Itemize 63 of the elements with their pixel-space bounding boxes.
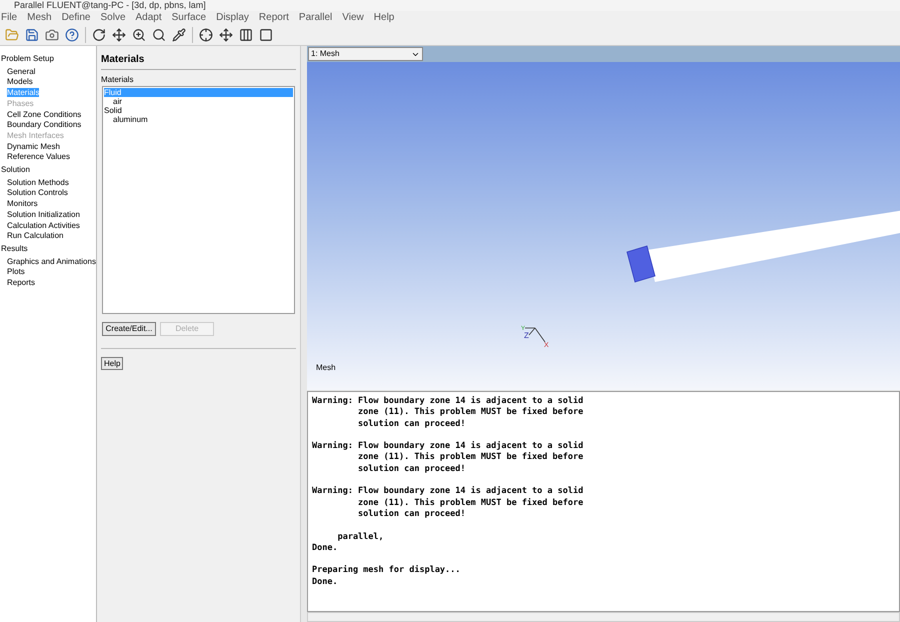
nav-item[interactable]: Cell Zone Conditions xyxy=(7,110,82,119)
console-line: solution can proceed! xyxy=(357,464,466,476)
menu-item[interactable]: View xyxy=(342,10,364,25)
console-line: zone (11). This problem MUST be fixed before xyxy=(357,407,584,419)
menu-item[interactable]: Parallel xyxy=(298,10,332,25)
menu-item[interactable]: Report xyxy=(258,10,289,25)
console-line: parallel, xyxy=(336,532,384,543)
list-item[interactable]: Solid xyxy=(104,106,293,115)
menu-item[interactable]: Display xyxy=(216,10,249,25)
list-item[interactable]: aluminum xyxy=(104,115,293,124)
panel-button[interactable]: Create/Edit... xyxy=(102,322,156,336)
menu-item[interactable]: Adapt xyxy=(136,10,162,25)
rotate-icon xyxy=(92,28,106,42)
nav-item[interactable]: Solution Initialization xyxy=(7,210,80,219)
nav-item[interactable]: Models xyxy=(7,77,33,86)
help-icon xyxy=(65,28,79,42)
help-button[interactable] xyxy=(63,26,81,44)
console-line: Warning: Flow boundary zone 14 is adjacent to a solid xyxy=(312,441,584,452)
nav-item[interactable]: Monitors xyxy=(7,199,38,208)
console-line: solution can proceed! xyxy=(357,418,466,430)
list-label: Materials xyxy=(101,74,134,86)
layout-icon xyxy=(239,28,253,42)
window-title: Parallel FLUENT@tang-PC - [3d, dp, pbns, lam] xyxy=(14,0,206,11)
viewport-caption: Mesh xyxy=(316,362,336,374)
console-line: Done. xyxy=(312,576,338,588)
nav-item[interactable]: Plots xyxy=(7,267,25,276)
nav-heading: Solution xyxy=(0,165,31,176)
move-icon xyxy=(112,28,126,42)
nav-heading: Results xyxy=(0,244,29,255)
menu-item[interactable]: File xyxy=(1,10,18,25)
console-line: zone (11). This problem MUST be fixed before xyxy=(357,498,584,509)
menu-item[interactable]: Define xyxy=(62,10,90,25)
nav-item[interactable]: General xyxy=(7,66,36,76)
open-folder-icon xyxy=(5,28,19,42)
menu-item[interactable]: Solve xyxy=(100,10,126,25)
nav-heading: Problem Setup xyxy=(0,54,55,65)
list-item[interactable]: air xyxy=(104,97,293,106)
nav-item[interactable]: Reference Values xyxy=(7,152,70,162)
console-line: solution can proceed! xyxy=(357,508,466,520)
console-line: zone (11). This problem MUST be fixed before xyxy=(357,452,584,464)
nav-item[interactable]: Run Calculation xyxy=(7,231,64,240)
nav-item[interactable]: Calculation Activities xyxy=(7,220,80,230)
zoom-in-icon xyxy=(132,28,146,42)
console-line: Preparing mesh for display... xyxy=(312,565,460,577)
panel-title: Materials xyxy=(101,52,296,70)
save-icon xyxy=(25,28,39,42)
move-button[interactable] xyxy=(110,26,128,44)
help-text-button[interactable]: Help xyxy=(101,357,124,370)
console-line: Warning: Flow boundary zone 14 is adjacent to a solid xyxy=(312,396,584,407)
nav-item[interactable]: Solution Controls xyxy=(7,188,68,198)
menu-item[interactable]: Mesh xyxy=(27,10,52,25)
menu-item[interactable]: Help xyxy=(374,10,394,25)
console-line: Warning: Flow boundary zone 14 is adjacent to a solid xyxy=(312,486,584,498)
nav-item[interactable]: Reports xyxy=(7,278,36,288)
nav-item[interactable]: Solution Methods xyxy=(7,178,69,187)
nav-item[interactable]: Graphics and Animations xyxy=(7,256,96,266)
console-line: Done. xyxy=(312,542,338,554)
zoom-icon xyxy=(152,28,166,42)
window-select[interactable]: 1: Mesh xyxy=(308,47,423,61)
camera-icon xyxy=(45,28,59,42)
nav-item[interactable]: Boundary Conditions xyxy=(7,120,82,130)
menu-item[interactable]: Surface xyxy=(172,10,206,25)
nav-item[interactable]: Dynamic Mesh xyxy=(7,142,60,151)
